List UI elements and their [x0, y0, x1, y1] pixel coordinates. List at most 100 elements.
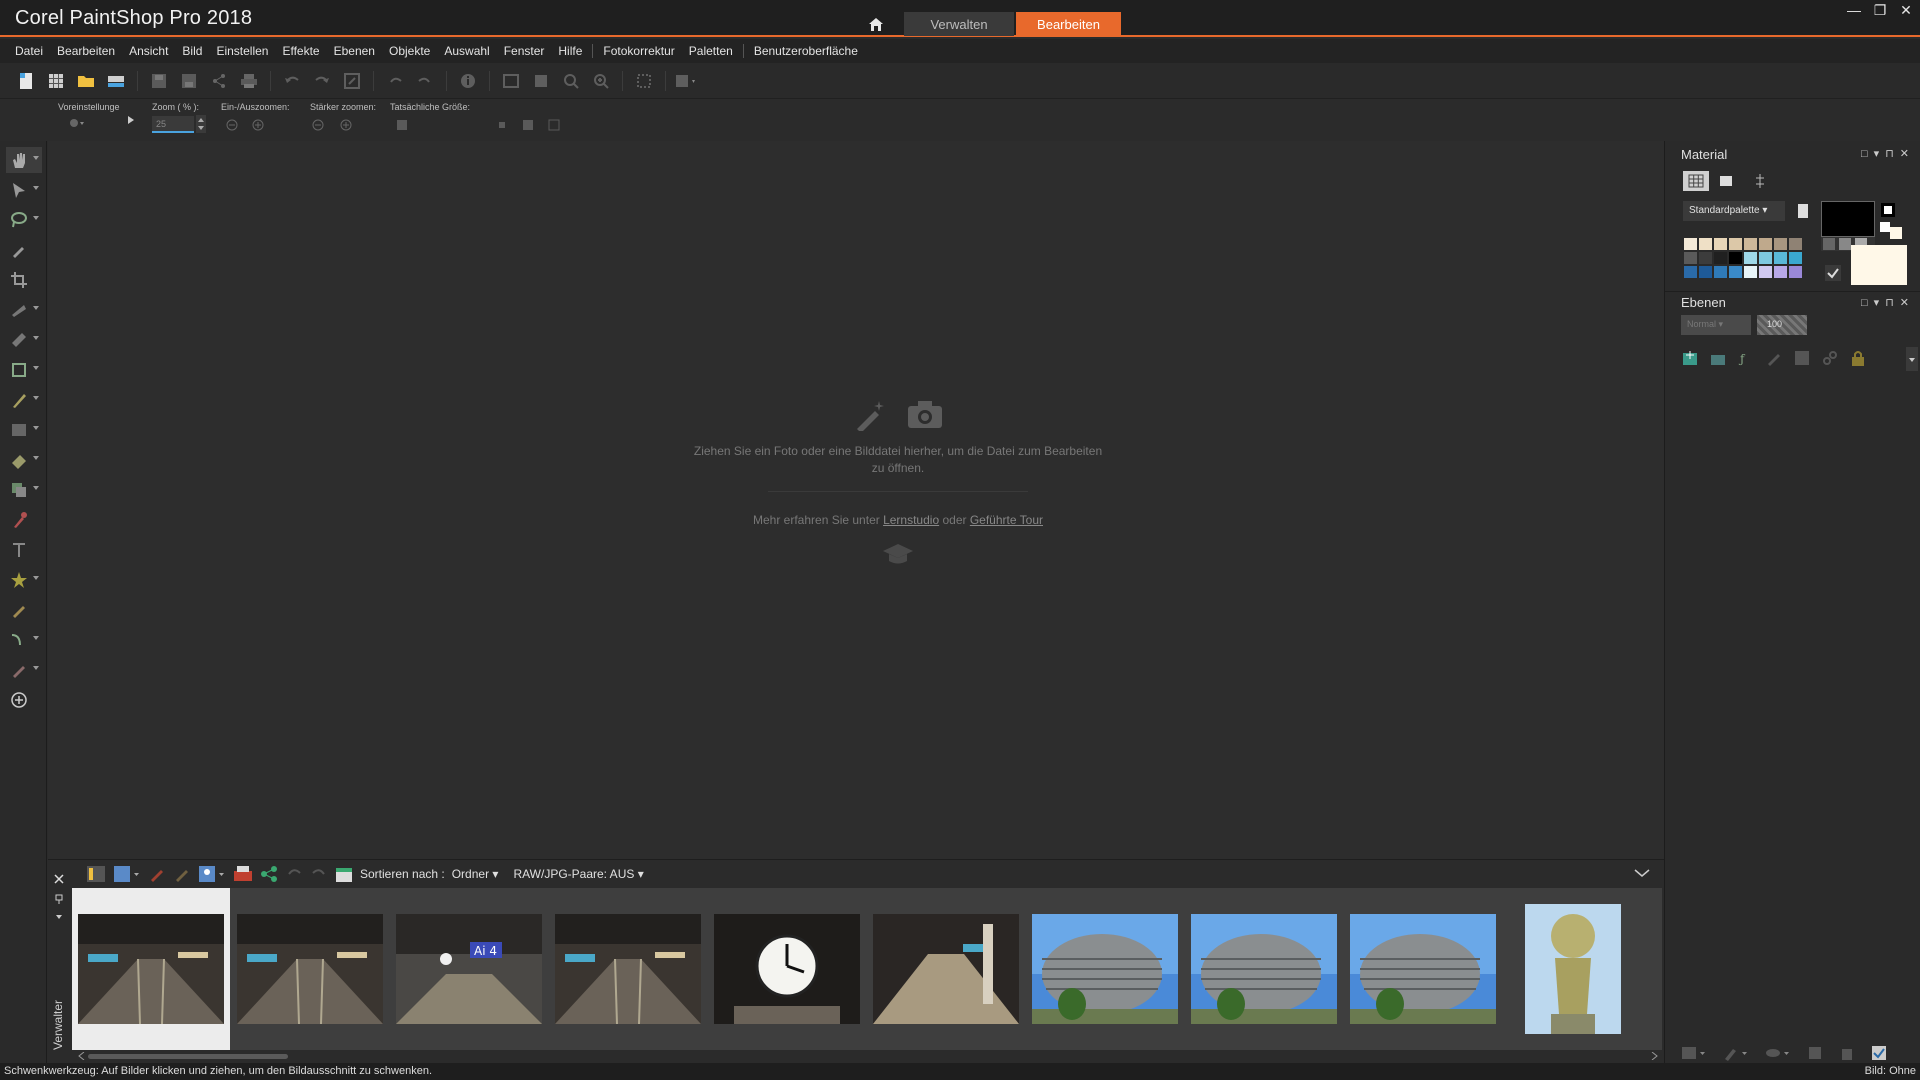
vector-tool[interactable] — [6, 627, 42, 653]
color-swatch[interactable] — [1743, 237, 1758, 251]
menu-selections[interactable]: Auswahl — [437, 44, 496, 58]
share-icon[interactable] — [207, 69, 231, 93]
thumbnail[interactable] — [867, 888, 1025, 1050]
thumbnail[interactable]: Ai 4 — [390, 888, 548, 1050]
zoom-stepper-icon[interactable] — [196, 115, 206, 133]
visibility-icon[interactable] — [1765, 1045, 1791, 1061]
history-redo-icon[interactable] — [413, 69, 437, 93]
preset-icon[interactable] — [68, 117, 86, 129]
color-swatch[interactable] — [1773, 265, 1788, 279]
link-icon[interactable] — [1821, 349, 1839, 367]
new-raster-layer-icon[interactable] — [1681, 349, 1699, 367]
fg-mini-swatch-icon[interactable] — [1881, 203, 1895, 217]
blend-mode-dropdown[interactable]: Normal ▾ — [1681, 315, 1751, 335]
color-swatch[interactable] — [1773, 237, 1788, 251]
color-swatch[interactable] — [1758, 237, 1773, 251]
preset-arrow-icon[interactable] — [128, 116, 134, 124]
more-zoom-out-icon[interactable] — [312, 119, 324, 131]
color-swatch[interactable] — [1683, 237, 1698, 251]
history-undo-icon[interactable] — [383, 69, 407, 93]
transform-tool[interactable] — [6, 357, 42, 383]
menu-help[interactable]: Hilfe — [551, 44, 589, 58]
color-swatch[interactable] — [1698, 237, 1713, 251]
fill-tool[interactable] — [6, 417, 42, 443]
swap-colors-icon[interactable] — [1879, 221, 1903, 239]
layer-menu-button[interactable] — [1906, 347, 1918, 371]
color-swatches[interactable] — [1683, 237, 1803, 279]
pin-icon[interactable] — [54, 894, 64, 904]
minimize-button[interactable]: — — [1846, 2, 1862, 19]
menu-photo-fix[interactable]: Fotokorrektur — [596, 44, 681, 58]
red-eye-tool[interactable] — [6, 327, 42, 353]
color-swatch[interactable] — [1698, 265, 1713, 279]
thumbnail[interactable] — [72, 888, 230, 1050]
smudge-tool[interactable] — [6, 657, 42, 683]
dropper-tool[interactable] — [6, 237, 42, 263]
zoom-in-icon[interactable] — [589, 69, 613, 93]
color-swatch[interactable] — [1743, 251, 1758, 265]
menu-window[interactable]: Fenster — [497, 44, 552, 58]
color-swatch[interactable] — [1713, 237, 1728, 251]
scanner-icon[interactable] — [104, 69, 128, 93]
menu-user-interface[interactable]: Benutzeroberfläche — [747, 44, 865, 58]
pick-tool[interactable] — [6, 177, 42, 203]
swatches-tab[interactable] — [1683, 171, 1709, 191]
scroll-thumb[interactable] — [88, 1054, 288, 1059]
background-color[interactable] — [1851, 245, 1907, 285]
text-tool[interactable] — [6, 537, 42, 563]
thumbnail[interactable] — [1185, 888, 1343, 1050]
save-as-icon[interactable] — [177, 69, 201, 93]
undo-icon[interactable] — [280, 69, 304, 93]
color-swatch[interactable] — [1713, 251, 1728, 265]
foreground-color[interactable] — [1821, 201, 1875, 237]
fit-screen-icon[interactable] — [522, 119, 534, 131]
menu-objects[interactable]: Objekte — [382, 44, 437, 58]
color-swatch[interactable] — [1728, 237, 1743, 251]
redo-icon[interactable] — [310, 69, 334, 93]
new-grid-icon[interactable] — [44, 69, 68, 93]
fx-icon[interactable]: ƒ — [1737, 349, 1755, 367]
calendar-icon[interactable] — [335, 865, 353, 883]
pen-tool[interactable] — [6, 597, 42, 623]
rotate-right-icon[interactable] — [310, 865, 328, 883]
rotate-left-icon[interactable] — [285, 865, 303, 883]
menu-edit[interactable]: Bearbeiten — [50, 44, 122, 58]
resize-icon[interactable] — [340, 69, 364, 93]
tag-icon[interactable] — [173, 865, 191, 883]
tab-edit[interactable]: Bearbeiten — [1016, 12, 1121, 36]
rating-remove-icon[interactable] — [148, 865, 166, 883]
crop-tool[interactable] — [6, 267, 42, 293]
thumbnail[interactable] — [1517, 888, 1629, 1050]
fit-window-small-icon[interactable] — [548, 119, 560, 131]
crop-to-selection-icon[interactable] — [632, 69, 656, 93]
pan-tool[interactable] — [6, 147, 42, 173]
eraser-tool[interactable] — [6, 447, 42, 473]
thumbnail[interactable] — [1026, 888, 1184, 1050]
color-swatch[interactable] — [1758, 265, 1773, 279]
thumbnail[interactable] — [231, 888, 389, 1050]
menu-adjust[interactable]: Einstellen — [209, 44, 275, 58]
zoom-out-icon[interactable] — [559, 69, 583, 93]
straighten-tool[interactable] — [6, 297, 42, 323]
menu-effects[interactable]: Effekte — [275, 44, 326, 58]
menu-image[interactable]: Bild — [175, 44, 209, 58]
properties-icon[interactable] — [1871, 1045, 1887, 1061]
more-zoom-in-icon[interactable] — [340, 119, 352, 131]
fit-image-icon[interactable] — [498, 121, 506, 129]
restore-button[interactable]: ❐ — [1872, 2, 1888, 19]
people-icon[interactable] — [198, 865, 226, 883]
guided-tour-link[interactable]: Geführte Tour — [970, 513, 1043, 527]
paint-brush-tool[interactable] — [6, 507, 42, 533]
thumbnail-scrollbar[interactable] — [78, 1051, 1658, 1061]
color-swatch[interactable] — [1758, 251, 1773, 265]
home-button[interactable] — [860, 12, 892, 36]
zoom-in-small-icon[interactable] — [252, 119, 264, 131]
menu-view[interactable]: Ansicht — [122, 44, 175, 58]
paint-layer-icon[interactable] — [1723, 1045, 1749, 1061]
workspace[interactable]: Ziehen Sie ein Foto oder eine Bilddatei … — [48, 141, 1664, 859]
panel-controls[interactable]: □▾⊓✕ — [1861, 296, 1915, 309]
print-icon[interactable] — [237, 69, 261, 93]
color-swatch[interactable] — [1713, 265, 1728, 279]
mask-icon[interactable] — [1793, 349, 1811, 367]
actual-size-icon[interactable] — [396, 119, 408, 131]
